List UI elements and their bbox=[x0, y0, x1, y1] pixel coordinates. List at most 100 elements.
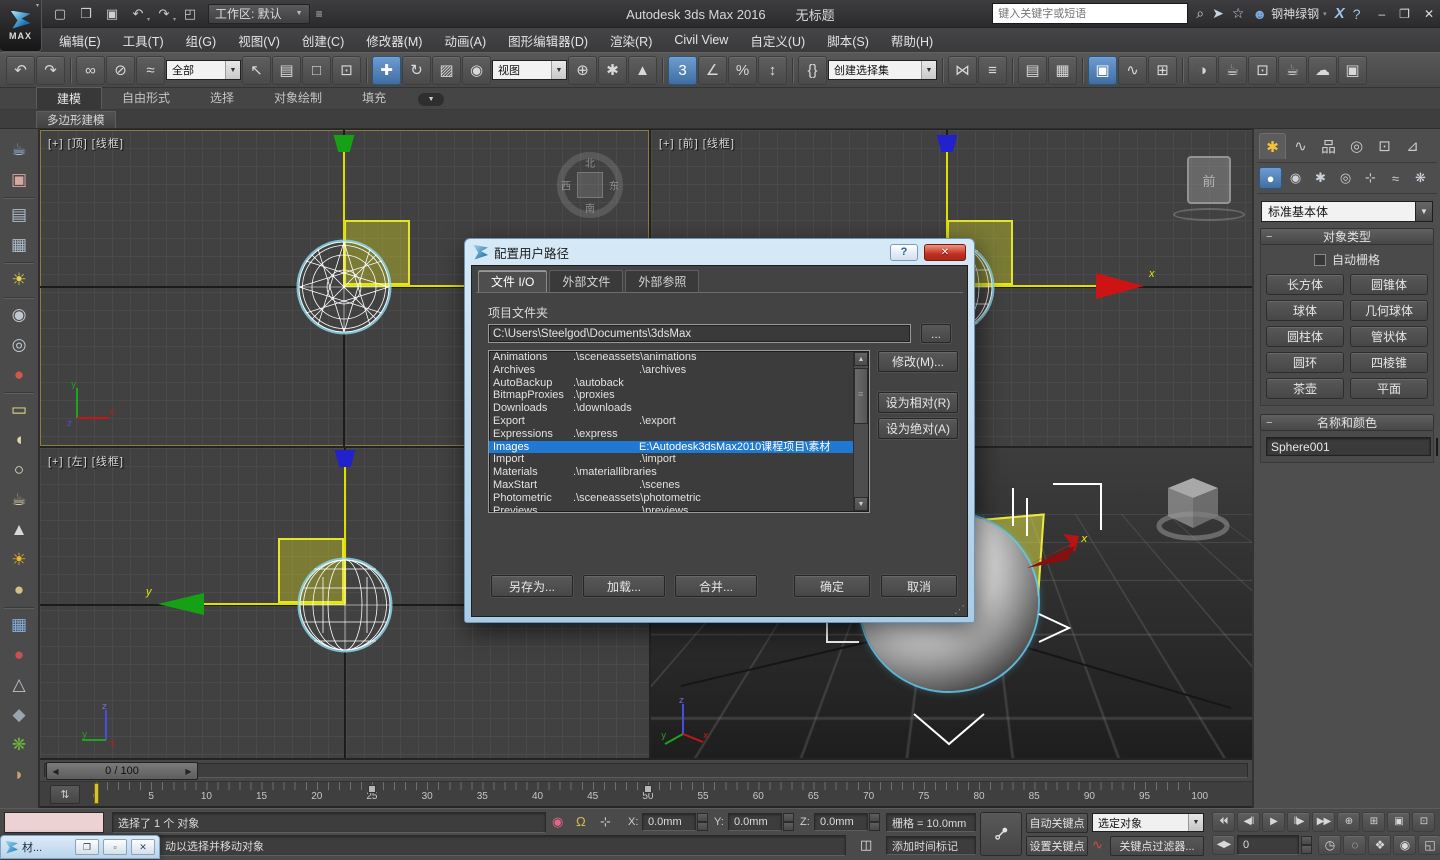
selection-lock-icon[interactable]: Ω bbox=[576, 814, 586, 829]
project-folder-icon[interactable]: ◰ bbox=[178, 3, 202, 25]
application-menu-button[interactable]: MAX ▾ bbox=[0, 0, 42, 52]
primitive-button[interactable]: 球体 bbox=[1266, 300, 1344, 321]
load-button[interactable]: 加载... bbox=[583, 575, 665, 597]
undo-quick-icon[interactable]: ↶ bbox=[126, 3, 150, 25]
next-frame-button[interactable]: ‖▶ bbox=[1287, 812, 1310, 832]
rectangular-selection-icon[interactable]: □ bbox=[302, 56, 331, 85]
open-file-icon[interactable]: ❒ bbox=[74, 3, 98, 25]
Import[interactable]: Import .\import bbox=[489, 453, 869, 466]
time-slider-track[interactable] bbox=[44, 763, 1248, 778]
goto-start-button[interactable]: ⏴⏴ bbox=[1212, 812, 1235, 832]
minimized-material-editor[interactable]: 材... ❐ ▫ ✕ bbox=[0, 835, 160, 859]
Export[interactable]: Export .\export bbox=[489, 415, 869, 428]
minimize-button[interactable]: – bbox=[1378, 7, 1385, 21]
Archives[interactable]: Archives .\archives bbox=[489, 364, 869, 377]
exchange-apps-icon[interactable]: X bbox=[1335, 5, 1345, 22]
pan-icon[interactable]: ❖ bbox=[1368, 835, 1391, 855]
key-mode-toggle[interactable]: ◀▶ bbox=[1212, 835, 1235, 855]
material-editor-icon[interactable]: ◑ bbox=[1188, 56, 1217, 85]
frame-spinner[interactable] bbox=[1301, 836, 1312, 854]
object-color-swatch[interactable] bbox=[1436, 438, 1438, 456]
track-view-icon[interactable]: ▦ bbox=[2, 230, 36, 260]
render-last-icon[interactable]: ▣ bbox=[1338, 56, 1367, 85]
keyframe-marker-25[interactable] bbox=[368, 785, 376, 793]
material-editor-shortcut-icon[interactable]: ☕ bbox=[2, 135, 36, 165]
left-toolbar-icon[interactable] bbox=[4, 390, 34, 395]
track-bar[interactable]: ⇅ 05101520253035404550556065707580859095… bbox=[40, 782, 1252, 808]
time-config-icon[interactable]: ◷ bbox=[1318, 835, 1341, 855]
capsule-primitive-icon[interactable]: ● bbox=[2, 640, 36, 670]
cancel-button[interactable]: 取消 bbox=[881, 575, 957, 597]
ribbon-tab[interactable]: 建模 bbox=[36, 87, 102, 109]
rendered-frame-icon[interactable]: ⊡ bbox=[1248, 56, 1277, 85]
zoom-icon[interactable]: ⊕ bbox=[1337, 812, 1360, 832]
systems-icon[interactable]: ❋ bbox=[1409, 167, 1432, 189]
tab-utilities[interactable]: ⊿ bbox=[1399, 133, 1426, 159]
Photometric[interactable]: Photometric .\sceneassets\photometric bbox=[489, 492, 869, 505]
schematic-view-icon[interactable]: ⊞ bbox=[1148, 56, 1177, 85]
cone-primitive-icon[interactable]: ▲ bbox=[2, 515, 36, 545]
dome-primitive-icon[interactable]: ◖ bbox=[2, 425, 36, 455]
save-as-button[interactable]: 另存为... bbox=[491, 575, 573, 597]
rock-object-icon[interactable]: ◆ bbox=[2, 700, 36, 730]
primitive-button[interactable]: 圆柱体 bbox=[1266, 326, 1344, 347]
primitive-button[interactable]: 长方体 bbox=[1266, 274, 1344, 295]
list-scrollbar[interactable]: ▲ ▼ bbox=[853, 352, 868, 511]
ring-primitive-icon[interactable]: ○ bbox=[2, 455, 36, 485]
film-camera-icon[interactable]: ● bbox=[2, 360, 36, 390]
primitive-button[interactable]: 茶壶 bbox=[1266, 378, 1344, 399]
workspace-menu-icon[interactable]: ≡ bbox=[316, 7, 323, 21]
open-mini-curve-editor-icon[interactable]: ⇅ bbox=[50, 785, 80, 804]
camera-rig-icon[interactable]: ◉ bbox=[2, 300, 36, 330]
undo-icon[interactable]: ↶ bbox=[6, 56, 35, 85]
grass-object-icon[interactable]: ❋ bbox=[2, 730, 36, 760]
prev-frame-button[interactable]: ◀‖ bbox=[1237, 812, 1260, 832]
left-toolbar-icon[interactable] bbox=[4, 605, 34, 610]
primitive-button[interactable]: 几何球体 bbox=[1350, 300, 1428, 321]
dialog-close-button[interactable]: ✕ bbox=[924, 244, 966, 261]
sphere-object-wireframe[interactable] bbox=[294, 237, 394, 337]
render-setup-icon[interactable]: ☕ bbox=[1218, 56, 1247, 85]
key-filter-curve-icon[interactable]: ∿ bbox=[1092, 837, 1103, 853]
Expressions[interactable]: Expressions .\express bbox=[489, 428, 869, 441]
leaf-object-icon[interactable]: ◗ bbox=[2, 760, 36, 790]
viewcube[interactable]: 前 bbox=[1187, 156, 1245, 221]
favorites-star-icon[interactable]: ☆ bbox=[1232, 5, 1245, 22]
select-and-place-icon[interactable]: ◉ bbox=[462, 56, 491, 85]
primitive-button[interactable]: 管状体 bbox=[1350, 326, 1428, 347]
set-keys-button[interactable]: ⊶ bbox=[980, 812, 1022, 856]
auto-key-button[interactable]: 自动关键点 bbox=[1026, 813, 1088, 833]
keyboard-override-icon[interactable]: ▲ bbox=[628, 56, 657, 85]
render-cloud-icon[interactable]: ☁ bbox=[1308, 56, 1337, 85]
close-button[interactable]: ✕ bbox=[1424, 7, 1434, 21]
menu-item[interactable]: 工具(T) bbox=[112, 28, 175, 52]
Materials[interactable]: Materials .\materiallibraries bbox=[489, 466, 869, 479]
ok-button[interactable]: 确定 bbox=[794, 575, 870, 597]
x-coord-field[interactable]: 0.0mm bbox=[642, 813, 696, 831]
tab-create[interactable]: ✱ bbox=[1259, 133, 1286, 159]
menu-item[interactable]: 动画(A) bbox=[433, 28, 497, 52]
set-key-button[interactable]: 设置关键点 bbox=[1026, 836, 1088, 856]
named-selection-sets-icon[interactable]: {} bbox=[798, 56, 827, 85]
viewport-label[interactable]: [+] [前] [线框] bbox=[659, 135, 735, 151]
absolute-offset-mode-icon[interactable]: ⊹ bbox=[600, 814, 611, 830]
tab-display[interactable]: ⊡ bbox=[1371, 133, 1398, 159]
Images[interactable]: Images E:\Autodesk3dsMax2010课程项目\素材 bbox=[489, 441, 854, 454]
toolbar-button[interactable] bbox=[1008, 56, 1017, 85]
browse-button[interactable]: ... bbox=[921, 324, 951, 343]
menu-item[interactable]: 修改器(M) bbox=[355, 28, 433, 52]
y-coord-field[interactable]: 0.0mm bbox=[728, 813, 782, 831]
align-icon[interactable]: ≡ bbox=[978, 56, 1007, 85]
polygon-modeling-tab[interactable]: 多边形建模 bbox=[36, 111, 116, 128]
ribbon-toggle-icon[interactable]: ▦ bbox=[1048, 56, 1077, 85]
keyframe-marker-50[interactable] bbox=[644, 785, 652, 793]
prompt-region-icon[interactable]: ◫ bbox=[860, 837, 872, 853]
dialog-help-button[interactable]: ? bbox=[890, 244, 918, 261]
new-scene-icon[interactable]: ▢ bbox=[48, 3, 72, 25]
help-icon[interactable]: ? bbox=[1353, 6, 1361, 22]
toolbar-button[interactable] bbox=[1078, 56, 1087, 85]
Previews[interactable]: Previews .\previews bbox=[489, 505, 869, 513]
merge-button[interactable]: 合并... bbox=[675, 575, 757, 597]
x-spinner[interactable] bbox=[697, 813, 708, 831]
plane-primitive-icon[interactable]: ▭ bbox=[2, 395, 36, 425]
